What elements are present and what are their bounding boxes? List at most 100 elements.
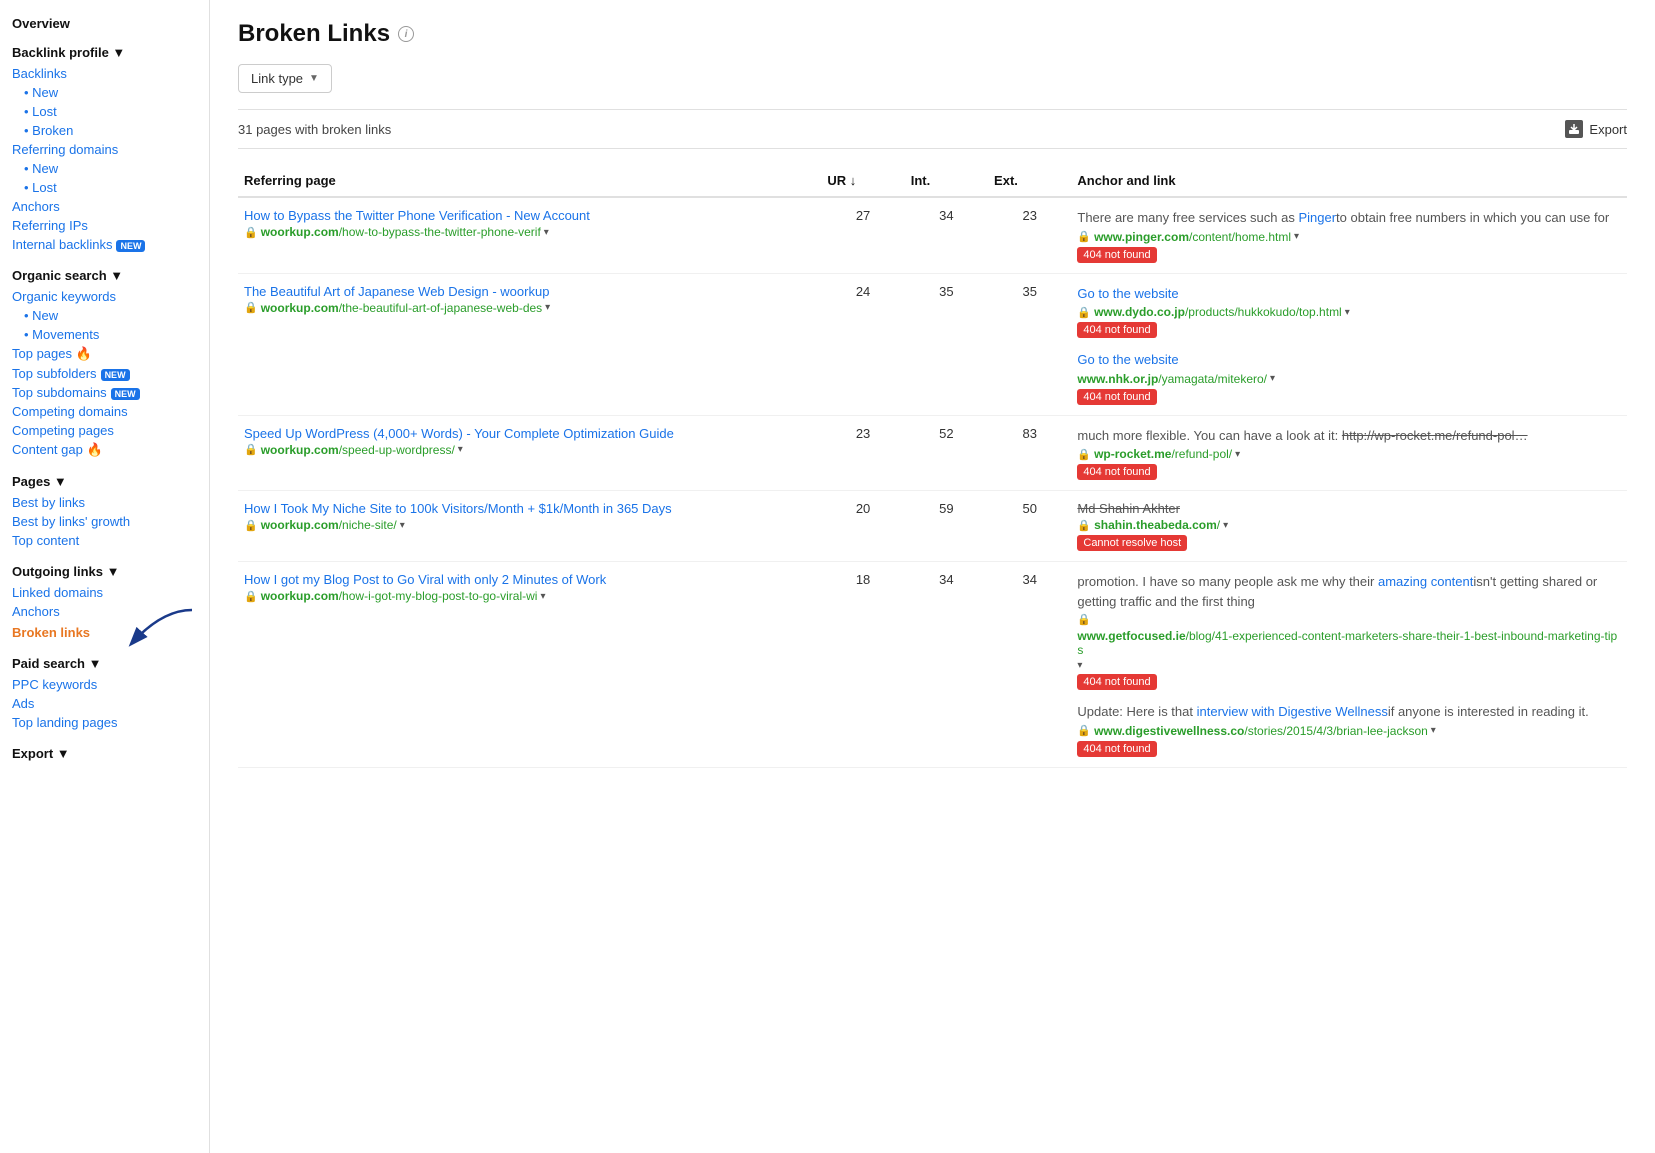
export-button[interactable]: Export [1565, 120, 1627, 138]
anchor-url-line: 🔒www.dydo.co.jp/products/hukkokudo/top.h… [1077, 305, 1621, 319]
anchor-hyperlink[interactable]: Pinger [1298, 210, 1336, 225]
page-title-link[interactable]: How I got my Blog Post to Go Viral with … [244, 572, 606, 587]
anchor-url-link[interactable]: wp-rocket.me/refund-pol/ [1094, 447, 1232, 461]
sidebar-item-top-subdomains[interactable]: Top subdomainsNEW [12, 383, 197, 402]
sidebar-item-backlinks-lost[interactable]: Lost [24, 102, 197, 121]
sidebar-pages[interactable]: Pages ▼ [12, 474, 197, 489]
anchor-url-link[interactable]: www.digestivewellness.co/stories/2015/4/… [1094, 724, 1428, 738]
url-dropdown-icon[interactable]: ▾ [545, 302, 550, 313]
anchor-url-dropdown-icon[interactable]: ▾ [1345, 307, 1350, 318]
col-header-ext: Ext. [988, 165, 1071, 197]
sidebar-item-broken-links[interactable]: Broken links [12, 623, 90, 642]
sidebar-item-organic-keywords[interactable]: Organic keywords [12, 287, 197, 306]
sidebar-item-top-pages[interactable]: Top pages 🔥 [12, 344, 197, 364]
sidebar-outgoing-links[interactable]: Outgoing links ▼ [12, 564, 197, 579]
sidebar-item-backlinks[interactable]: Backlinks [12, 64, 197, 83]
sidebar-item-ppc-keywords[interactable]: PPC keywords [12, 675, 197, 694]
table-row: Speed Up WordPress (4,000+ Words) - Your… [238, 415, 1627, 491]
sidebar-item-referring-domains[interactable]: Referring domains [12, 140, 197, 159]
anchor-entry: Go to the website 🔒www.dydo.co.jp/product… [1077, 284, 1621, 339]
anchor-lock-icon: 🔒 [1077, 613, 1091, 626]
anchor-hyperlink[interactable]: Go to the website [1077, 286, 1178, 301]
referring-page-cell: Speed Up WordPress (4,000+ Words) - Your… [238, 415, 821, 491]
page-title-link[interactable]: How I Took My Niche Site to 100k Visitor… [244, 501, 672, 516]
ext-cell: 34 [988, 562, 1071, 768]
anchor-strikethrough: http://wp-rocket.me/refund-pol… [1342, 428, 1528, 443]
anchor-url-link[interactable]: www.dydo.co.jp/products/hukkokudo/top.ht… [1094, 305, 1342, 319]
anchor-url-link[interactable]: www.getfocused.ie/blog/41-experienced-co… [1077, 629, 1621, 657]
anchor-url-dropdown-icon[interactable]: ▾ [1270, 373, 1275, 384]
anchor-hyperlink[interactable]: interview with Digestive Wellness [1197, 704, 1388, 719]
sidebar-item-competing-domains[interactable]: Competing domains [12, 402, 197, 421]
anchor-url-link[interactable]: www.pinger.com/content/home.html [1094, 230, 1291, 244]
col-header-ur[interactable]: UR ↓ [821, 165, 904, 197]
anchor-url-dropdown-icon[interactable]: ▾ [1077, 660, 1082, 671]
page-url-link[interactable]: woorkup.com/how-to-bypass-the-twitter-ph… [261, 225, 541, 239]
sidebar-overview[interactable]: Overview [12, 16, 197, 31]
anchor-lock-icon: 🔒 [1077, 519, 1091, 532]
url-dropdown-icon[interactable]: ▾ [400, 520, 405, 531]
table-row: How I Took My Niche Site to 100k Visitor… [238, 491, 1627, 562]
sidebar-item-ok-new[interactable]: New [24, 306, 197, 325]
anchor-entry: Go to the website www.nhk.or.jp/yamagata/… [1077, 350, 1621, 405]
page-url-link[interactable]: woorkup.com/the-beautiful-art-of-japanes… [261, 301, 542, 315]
anchor-url-dropdown-icon[interactable]: ▾ [1223, 520, 1228, 531]
sidebar-item-top-subfolders[interactable]: Top subfoldersNEW [12, 364, 197, 383]
sidebar-item-ads[interactable]: Ads [12, 694, 197, 713]
anchor-description: Go to the website [1077, 284, 1621, 304]
sidebar-item-referring-ips[interactable]: Referring IPs [12, 216, 197, 235]
anchor-url-line: 🔒wp-rocket.me/refund-pol/ ▾ [1077, 447, 1621, 461]
sidebar-item-competing-pages[interactable]: Competing pages [12, 421, 197, 440]
sidebar-item-rd-lost[interactable]: Lost [24, 178, 197, 197]
sidebar-export[interactable]: Export ▼ [12, 746, 197, 761]
filter-bar: Link type ▼ [238, 64, 1627, 93]
sidebar-item-rd-new[interactable]: New [24, 159, 197, 178]
sidebar-backlink-profile[interactable]: Backlink profile ▼ [12, 45, 197, 60]
url-dropdown-icon[interactable]: ▾ [458, 444, 463, 455]
link-type-dropdown[interactable]: Link type ▼ [238, 64, 332, 93]
referring-page-cell: The Beautiful Art of Japanese Web Design… [238, 273, 821, 415]
sidebar-item-best-by-links-growth[interactable]: Best by links' growth [12, 512, 197, 531]
page-title-link[interactable]: How to Bypass the Twitter Phone Verifica… [244, 208, 590, 223]
page-url-link[interactable]: woorkup.com/niche-site/ [261, 518, 397, 532]
sidebar-organic-search[interactable]: Organic search ▼ [12, 268, 197, 283]
sidebar-item-ok-movements[interactable]: Movements [24, 325, 197, 344]
anchor-url-link[interactable]: www.nhk.or.jp/yamagata/mitekero/ [1077, 372, 1267, 386]
col-header-referring: Referring page [238, 165, 821, 197]
ext-cell: 83 [988, 415, 1071, 491]
anchor-url-dropdown-icon[interactable]: ▾ [1294, 231, 1299, 242]
page-title-link[interactable]: Speed Up WordPress (4,000+ Words) - Your… [244, 426, 674, 441]
ext-cell: 35 [988, 273, 1071, 415]
error-badge: 404 not found [1077, 322, 1156, 338]
sidebar-item-anchors2[interactable]: Anchors [12, 602, 197, 621]
url-dropdown-icon[interactable]: ▾ [544, 227, 549, 238]
anchor-hyperlink[interactable]: Go to the website [1077, 352, 1178, 367]
sidebar-item-anchors[interactable]: Anchors [12, 197, 197, 216]
table-row: The Beautiful Art of Japanese Web Design… [238, 273, 1627, 415]
referring-page-cell: How to Bypass the Twitter Phone Verifica… [238, 197, 821, 273]
page-url-link[interactable]: woorkup.com/how-i-got-my-blog-post-to-go… [261, 589, 538, 603]
info-icon[interactable]: i [398, 26, 414, 42]
anchor-url-link[interactable]: shahin.theabeda.com/ [1094, 518, 1220, 532]
ext-cell: 50 [988, 491, 1071, 562]
anchor-hyperlink[interactable]: amazing content [1378, 574, 1473, 589]
referring-page-cell: How I Took My Niche Site to 100k Visitor… [238, 491, 821, 562]
sidebar-item-backlinks-new[interactable]: New [24, 83, 197, 102]
anchor-url-dropdown-icon[interactable]: ▾ [1235, 449, 1240, 460]
anchor-url-dropdown-icon[interactable]: ▾ [1431, 725, 1436, 736]
page-title-link[interactable]: The Beautiful Art of Japanese Web Design… [244, 284, 549, 299]
sidebar-item-best-by-links[interactable]: Best by links [12, 493, 197, 512]
sidebar-item-internal-backlinks[interactable]: Internal backlinksNEW [12, 235, 197, 254]
sidebar-item-backlinks-broken[interactable]: Broken [24, 121, 197, 140]
anchor-url-line: www.nhk.or.jp/yamagata/mitekero/ ▾ [1077, 372, 1621, 386]
url-dropdown-icon[interactable]: ▾ [540, 591, 545, 602]
anchor-cell: promotion. I have so many people ask me … [1071, 562, 1627, 768]
sidebar-item-top-content[interactable]: Top content [12, 531, 197, 550]
sidebar-paid-search[interactable]: Paid search ▼ [12, 656, 197, 671]
page-url-link[interactable]: woorkup.com/speed-up-wordpress/ [261, 443, 455, 457]
sidebar-item-top-landing-pages[interactable]: Top landing pages [12, 713, 197, 732]
sidebar-item-linked-domains[interactable]: Linked domains [12, 583, 197, 602]
sidebar-item-content-gap[interactable]: Content gap 🔥 [12, 440, 197, 460]
anchor-lock-icon: 🔒 [1077, 448, 1091, 461]
anchor-description: much more flexible. You can have a look … [1077, 426, 1621, 446]
